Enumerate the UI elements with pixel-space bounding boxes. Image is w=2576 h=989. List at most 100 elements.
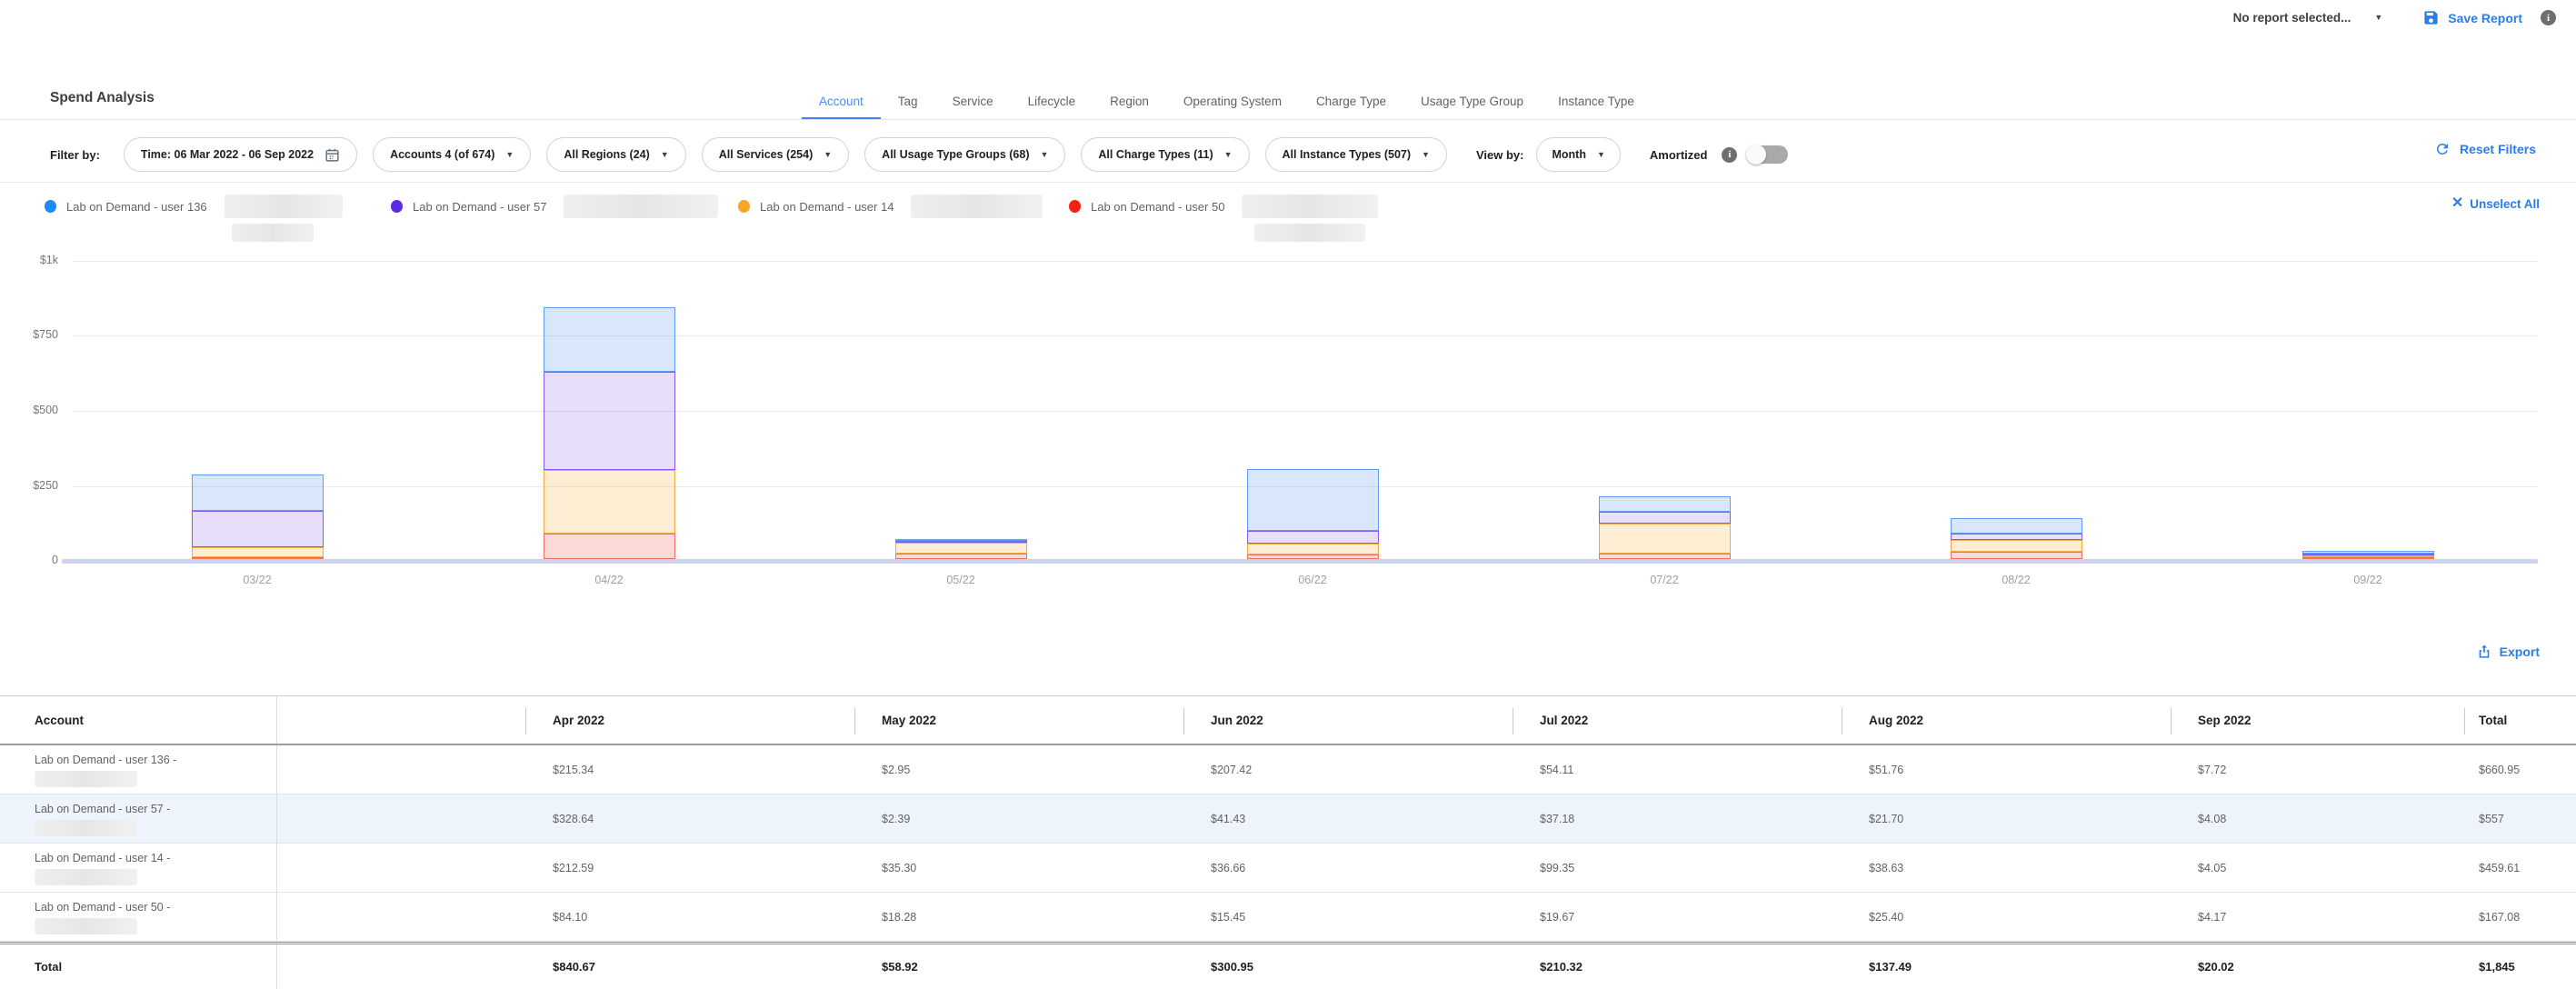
info-icon[interactable]: i	[1722, 147, 1737, 163]
value-cell: $15.45	[1183, 893, 1513, 941]
bar-segment-lab-on-demand-user-136[interactable]	[1599, 496, 1731, 513]
bar-segment-lab-on-demand-user-50[interactable]	[544, 534, 675, 559]
total-value-cell: $840.67	[525, 944, 854, 989]
chart-gridline	[73, 411, 2538, 412]
chevron-down-icon: ▼	[661, 151, 669, 159]
total-value-cell: $300.95	[1183, 944, 1513, 989]
report-selector-dropdown[interactable]: No report selected... ▼	[2233, 11, 2383, 25]
filter-pill-all-regions[interactable]: All Regions (24)▼	[546, 137, 685, 172]
legend-item-lab-on-demand-user-57[interactable]: Lab on Demand - user 57	[391, 195, 718, 218]
row-spacer	[277, 844, 525, 892]
account-cell: Lab on Demand - user 136 -	[0, 745, 277, 794]
value-cell: $37.18	[1513, 794, 1842, 843]
filter-pill-time-06-mar-2022-06-sep-2022[interactable]: Time: 06 Mar 2022 - 06 Sep 2022	[124, 137, 357, 172]
tab-region[interactable]: Region	[1093, 82, 1166, 120]
bar-05-22	[895, 539, 1027, 559]
table-row-lab-on-demand-user-50: Lab on Demand - user 50 -$84.10$18.28$15…	[0, 893, 2576, 942]
bar-segment-lab-on-demand-user-50[interactable]	[1247, 554, 1379, 559]
bar-segment-lab-on-demand-user-57[interactable]	[192, 511, 324, 547]
reset-filters-label: Reset Filters	[2460, 142, 2536, 156]
filter-pill-all-usage-type-groups[interactable]: All Usage Type Groups (68)▼	[864, 137, 1065, 172]
y-axis-tick-label: 0	[0, 554, 58, 566]
redacted-account-name	[35, 918, 137, 934]
save-report-button[interactable]: Save Report	[2422, 9, 2522, 26]
chart-legend: ✕ Unselect All Lab on Demand - user 136 L…	[0, 189, 2576, 249]
bar-segment-lab-on-demand-user-14[interactable]	[895, 543, 1027, 554]
bar-segment-lab-on-demand-user-57[interactable]	[544, 372, 675, 470]
bar-segment-lab-on-demand-user-14[interactable]	[544, 470, 675, 534]
x-axis-tick-label: 06/22	[1272, 574, 1353, 586]
bar-segment-lab-on-demand-user-50[interactable]	[2302, 557, 2434, 559]
value-cell: $35.30	[854, 844, 1183, 892]
report-selector-value: No report selected...	[2233, 11, 2351, 25]
x-axis-tick-label: 03/22	[216, 574, 298, 586]
account-name: Lab on Demand - user 57 -	[35, 803, 170, 815]
value-cell: $7.72	[2171, 745, 2464, 794]
bar-segment-lab-on-demand-user-57[interactable]	[1599, 512, 1731, 523]
chevron-down-icon: ▼	[1422, 151, 1430, 159]
tab-account[interactable]: Account	[802, 82, 881, 120]
table-row-lab-on-demand-user-136: Lab on Demand - user 136 -$215.34$2.95$2…	[0, 745, 2576, 794]
bar-segment-lab-on-demand-user-14[interactable]	[1247, 544, 1379, 554]
filter-pill-all-services[interactable]: All Services (254)▼	[702, 137, 849, 172]
refresh-icon	[2434, 141, 2451, 157]
tab-usage-type-group[interactable]: Usage Type Group	[1403, 82, 1541, 120]
filter-pill-all-instance-types[interactable]: All Instance Types (507)▼	[1265, 137, 1447, 172]
tab-tag[interactable]: Tag	[881, 82, 935, 120]
bar-segment-lab-on-demand-user-57[interactable]	[1247, 531, 1379, 544]
reset-filters-button[interactable]: Reset Filters	[2434, 141, 2536, 157]
unselect-all-button[interactable]: ✕ Unselect All	[2451, 196, 2540, 211]
account-name: Lab on Demand - user 136 -	[35, 754, 176, 766]
tab-service[interactable]: Service	[935, 82, 1011, 120]
column-header-sep-2022[interactable]: Sep 2022	[2171, 696, 2464, 744]
view-by-dropdown[interactable]: Month ▼	[1536, 137, 1620, 172]
bar-segment-lab-on-demand-user-136[interactable]	[1247, 469, 1379, 531]
y-axis-tick-label: $500	[0, 404, 58, 416]
bar-segment-lab-on-demand-user-57[interactable]	[1951, 534, 2082, 540]
bar-segment-lab-on-demand-user-50[interactable]	[192, 557, 324, 559]
spend-table: Account Apr 2022May 2022Jun 2022Jul 2022A…	[0, 695, 2576, 989]
bar-segment-lab-on-demand-user-50[interactable]	[895, 554, 1027, 559]
bar-segment-lab-on-demand-user-14[interactable]	[192, 547, 324, 557]
value-cell: $99.35	[1513, 844, 1842, 892]
filter-pill-label: Accounts 4 (of 674)	[390, 148, 494, 161]
column-header-total[interactable]: Total	[2464, 696, 2576, 744]
column-header-aug-2022[interactable]: Aug 2022	[1842, 696, 2171, 744]
column-header-may-2022[interactable]: May 2022	[854, 696, 1183, 744]
tabs-divider	[0, 119, 2576, 120]
total-label-cell: Total	[0, 944, 277, 989]
legend-item-lab-on-demand-user-50[interactable]: Lab on Demand - user 50	[1069, 195, 1378, 218]
redacted-account-name	[911, 195, 1043, 218]
bar-segment-lab-on-demand-user-14[interactable]	[1951, 540, 2082, 552]
bar-segment-lab-on-demand-user-136[interactable]	[544, 307, 675, 372]
calendar-icon	[324, 147, 340, 163]
value-cell: $19.67	[1513, 893, 1842, 941]
amortized-toggle[interactable]	[1746, 145, 1788, 164]
tab-operating-system[interactable]: Operating System	[1166, 82, 1299, 120]
export-button[interactable]: Export	[2477, 644, 2540, 659]
redacted-account-name	[1254, 224, 1365, 242]
row-spacer	[277, 893, 525, 941]
info-icon[interactable]: i	[2541, 10, 2556, 25]
filter-pill-accounts-4[interactable]: Accounts 4 (of 674)▼	[373, 137, 531, 172]
column-header-apr-2022[interactable]: Apr 2022	[525, 696, 854, 744]
account-cell: Lab on Demand - user 14 -	[0, 844, 277, 892]
legend-item-lab-on-demand-user-14[interactable]: Lab on Demand - user 14	[738, 195, 1043, 218]
bar-segment-lab-on-demand-user-136[interactable]	[192, 475, 324, 511]
bar-segment-lab-on-demand-user-50[interactable]	[1599, 554, 1731, 559]
tab-instance-type[interactable]: Instance Type	[1541, 82, 1652, 120]
bar-segment-lab-on-demand-user-50[interactable]	[1951, 552, 2082, 559]
value-cell: $51.76	[1842, 745, 2171, 794]
tab-charge-type[interactable]: Charge Type	[1299, 82, 1403, 120]
tab-lifecycle[interactable]: Lifecycle	[1011, 82, 1093, 120]
bar-segment-lab-on-demand-user-136[interactable]	[1951, 518, 2082, 534]
legend-item-label: Lab on Demand - user 57	[413, 200, 546, 214]
filter-pill-all-charge-types[interactable]: All Charge Types (11)▼	[1081, 137, 1249, 172]
column-header-account[interactable]: Account	[0, 696, 277, 744]
legend-item-lab-on-demand-user-136[interactable]: Lab on Demand - user 136	[45, 195, 343, 218]
redacted-account-name	[35, 771, 137, 787]
bar-segment-lab-on-demand-user-14[interactable]	[1599, 524, 1731, 554]
column-header-jul-2022[interactable]: Jul 2022	[1513, 696, 1842, 744]
account-name: Lab on Demand - user 50 -	[35, 901, 170, 914]
column-header-jun-2022[interactable]: Jun 2022	[1183, 696, 1513, 744]
